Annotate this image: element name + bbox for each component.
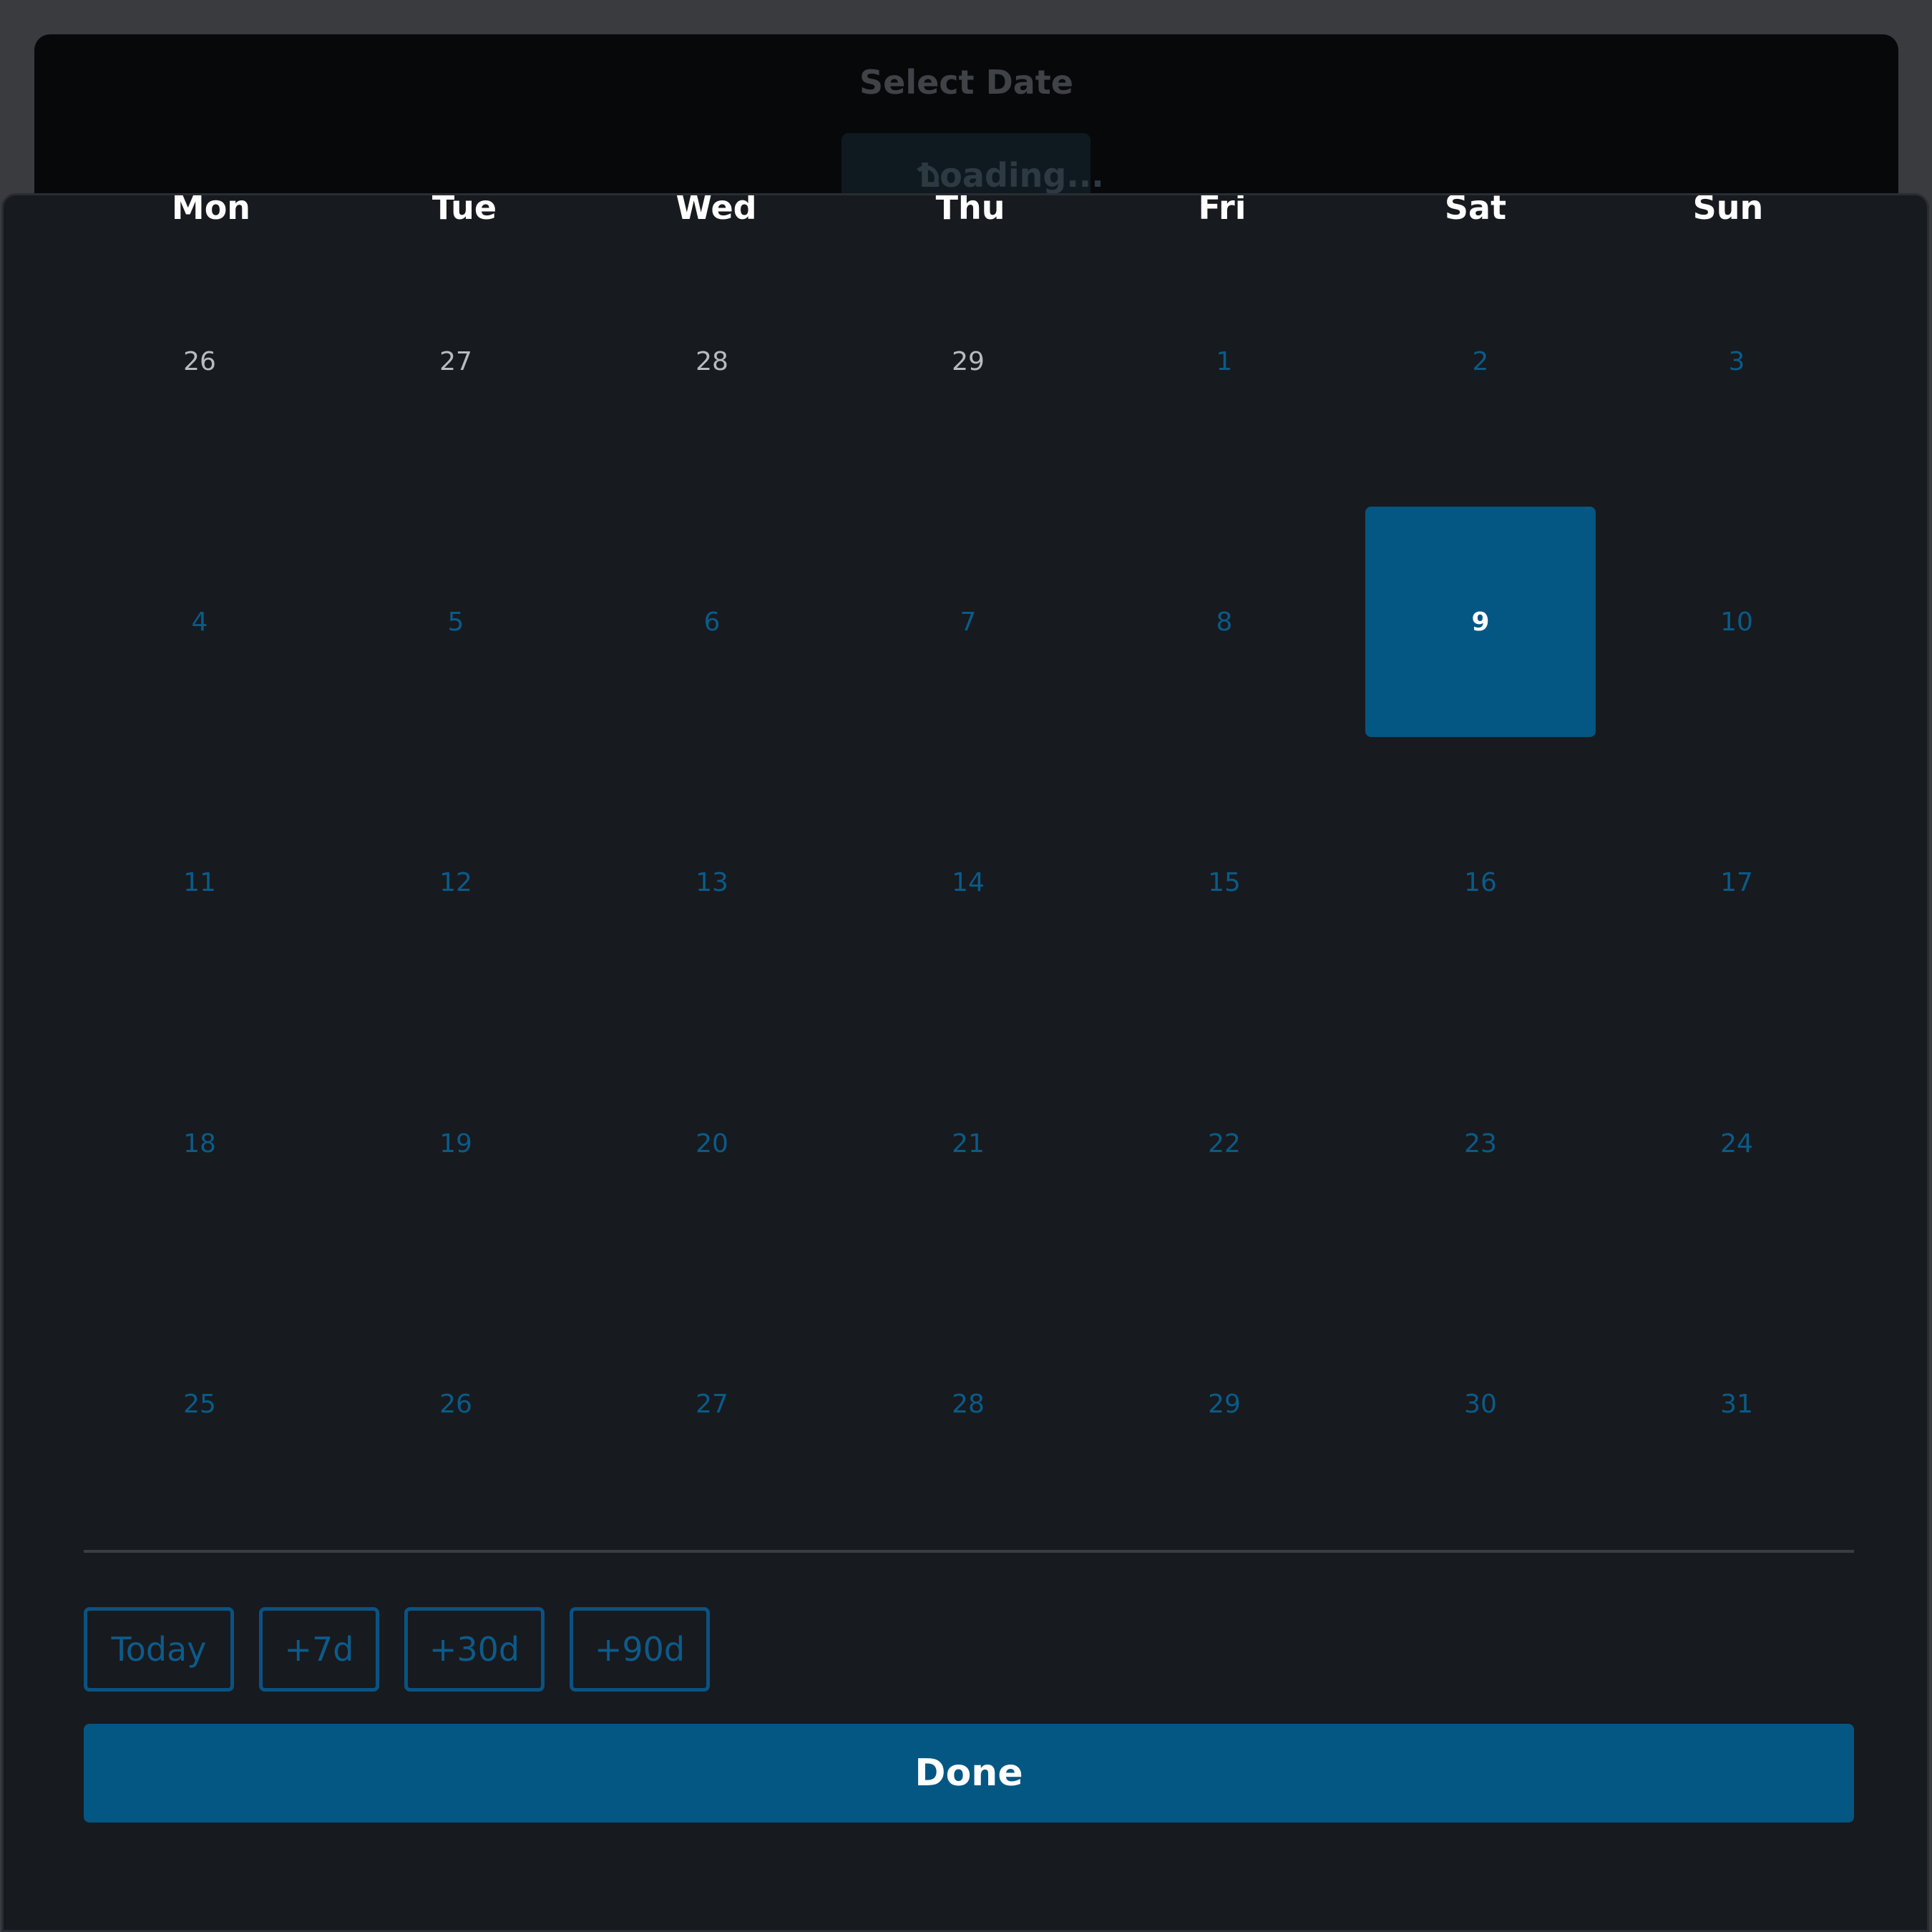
day-cell-selected[interactable]: 9 (1365, 507, 1596, 737)
day-cell[interactable]: 10 (1621, 507, 1852, 737)
day-cell[interactable]: 15 (1109, 767, 1340, 997)
day-cell[interactable]: 7 (853, 507, 1083, 737)
day-cell[interactable]: 18 (84, 1028, 315, 1259)
day-cell[interactable]: 16 (1365, 767, 1596, 997)
day-cell[interactable]: 31 (1621, 1289, 1852, 1519)
day-cell[interactable]: 20 (597, 1028, 827, 1259)
weekday-sun: Sun (1692, 193, 1764, 227)
weekday-sat: Sat (1444, 193, 1507, 227)
weekday-fri: Fri (1198, 193, 1246, 227)
plus-7-days-button[interactable]: +7d (259, 1607, 379, 1692)
day-cell[interactable]: 28 (853, 1289, 1083, 1519)
day-cell[interactable]: 22 (1109, 1028, 1340, 1259)
loading-label: Loading... (919, 156, 1104, 195)
day-cell[interactable]: 26 (341, 1289, 571, 1519)
weekday-mon: Mon (171, 193, 251, 227)
day-cell[interactable]: 21 (853, 1028, 1083, 1259)
day-cell[interactable]: 5 (341, 507, 571, 737)
date-picker-sheet: Mon Tue Wed Thu Fri Sat Sun 26 27 28 29 1 2 3 4… (1, 193, 1929, 1932)
day-cell[interactable]: 2 (1365, 246, 1596, 477)
weekday-thu: Thu (935, 193, 1005, 227)
plus-30-days-button[interactable]: +30d (404, 1607, 545, 1692)
day-cell[interactable]: 26 (84, 246, 315, 477)
done-button[interactable]: Done (84, 1724, 1854, 1823)
day-cell[interactable]: 1 (1109, 246, 1340, 477)
dialog-title: Select Date (859, 63, 1073, 102)
day-cell[interactable]: 19 (341, 1028, 571, 1259)
day-cell[interactable]: 8 (1109, 507, 1340, 737)
day-cell[interactable]: 28 (597, 246, 827, 477)
day-cell[interactable]: 13 (597, 767, 827, 997)
day-cell[interactable]: 30 (1365, 1289, 1596, 1519)
plus-90-days-button[interactable]: +90d (570, 1607, 710, 1692)
day-cell[interactable]: 12 (341, 767, 571, 997)
day-cell[interactable]: 17 (1621, 767, 1852, 997)
day-cell[interactable]: 27 (341, 246, 571, 477)
day-cell[interactable]: 14 (853, 767, 1083, 997)
day-cell[interactable]: 11 (84, 767, 315, 997)
divider (84, 1550, 1854, 1553)
day-cell[interactable]: 23 (1365, 1028, 1596, 1259)
weekday-wed: Wed (675, 193, 757, 227)
day-cell[interactable]: 27 (597, 1289, 827, 1519)
day-cell[interactable]: 25 (84, 1289, 315, 1519)
day-cell[interactable]: 4 (84, 507, 315, 737)
day-cell[interactable]: 24 (1621, 1028, 1852, 1259)
weekday-tue: Tue (431, 193, 497, 227)
today-button[interactable]: Today (84, 1607, 234, 1692)
day-cell[interactable]: 6 (597, 507, 827, 737)
weekday-header: Mon Tue Wed Thu Fri Sat Sun (4, 193, 1927, 231)
day-cell[interactable]: 3 (1621, 246, 1852, 477)
day-cell[interactable]: 29 (853, 246, 1083, 477)
spinner-icon (913, 165, 939, 191)
day-cell[interactable]: 29 (1109, 1289, 1340, 1519)
